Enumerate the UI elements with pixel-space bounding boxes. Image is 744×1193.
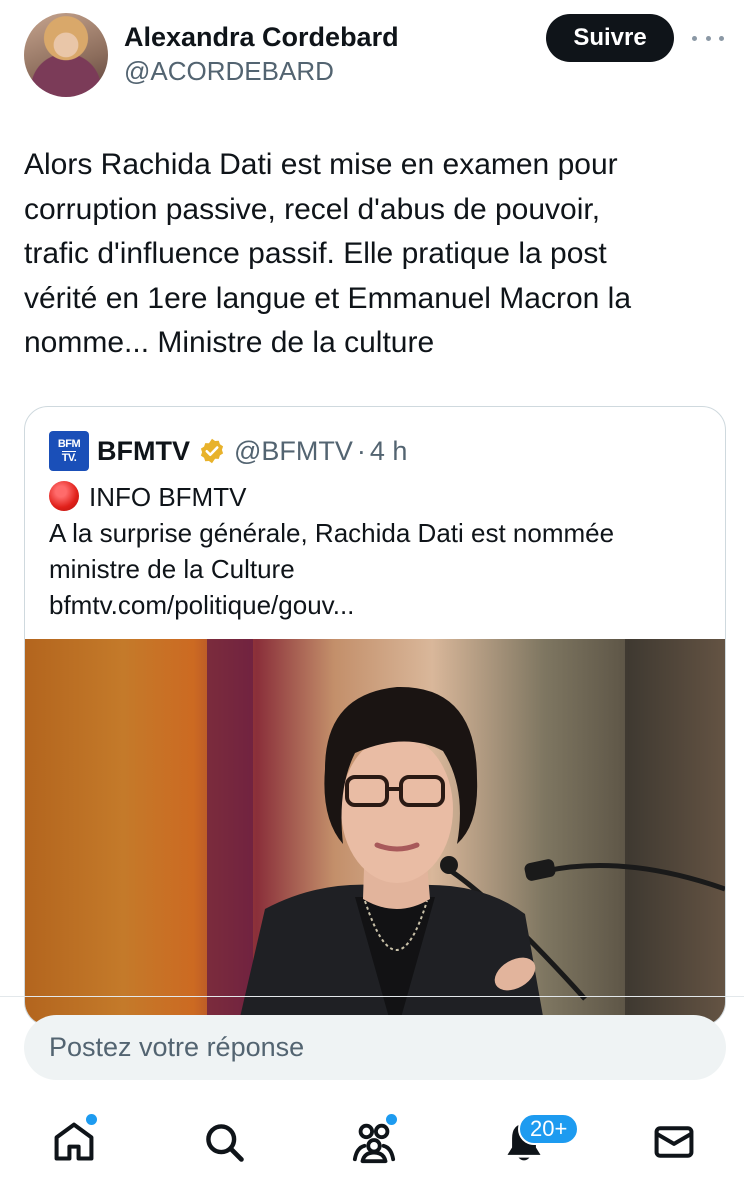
nav-search[interactable]: [200, 1118, 248, 1166]
quoted-headline: INFO BFMTV: [89, 482, 247, 512]
tweet-line: Alors Rachida Dati est mise en examen po…: [24, 148, 618, 181]
quoted-tweet-card[interactable]: BFM TV. BFMTV @BFMTV · 4 h INFO BFMTV A …: [24, 406, 726, 1026]
tweet-text: Alors Rachida Dati est mise en examen po…: [24, 143, 714, 366]
communities-notification-dot: [386, 1114, 397, 1125]
nav-communities[interactable]: [350, 1118, 398, 1166]
portrait-illustration: [238, 686, 725, 1025]
author-avatar[interactable]: [24, 13, 108, 97]
separator-dot: ·: [356, 435, 366, 466]
search-icon: [206, 1124, 244, 1162]
home-icon: [54, 1122, 94, 1161]
reply-input[interactable]: Postez votre réponse: [24, 1015, 726, 1080]
tweet-line: nomme... Ministre de la culture: [24, 326, 435, 359]
quoted-author-handle[interactable]: @BFMTV: [234, 436, 353, 467]
bfmtv-logo[interactable]: BFM TV.: [49, 431, 89, 471]
tweet-header: Alexandra Cordebard @ACORDEBARD Suivre: [0, 0, 744, 110]
nav-messages[interactable]: [650, 1118, 698, 1166]
tweet-line: vérité en 1ere langue et Emmanuel Macron…: [24, 281, 632, 315]
verified-gold-icon: [200, 438, 224, 464]
divider: [0, 996, 744, 997]
home-notification-dot: [86, 1114, 97, 1125]
author-name[interactable]: Alexandra Cordebard: [124, 22, 399, 53]
communities-icon: [352, 1123, 396, 1164]
logo-text-bottom: TV.: [61, 450, 77, 464]
notifications-badge: 20+: [518, 1113, 580, 1145]
nav-home[interactable]: [50, 1118, 98, 1166]
author-handle[interactable]: @ACORDEBARD: [124, 56, 334, 87]
follow-button[interactable]: Suivre: [546, 14, 674, 62]
quoted-author-name[interactable]: BFMTV: [97, 436, 190, 467]
quoted-tweet-photo[interactable]: [25, 639, 725, 1025]
quoted-text-line: A la surprise générale, Rachida Dati est…: [49, 518, 615, 548]
quoted-tweet-header: BFM TV. BFMTV @BFMTV · 4 h: [49, 431, 407, 471]
red-circle-icon: [49, 481, 79, 511]
quoted-timestamp[interactable]: 4 h: [370, 436, 408, 467]
quoted-tweet-body: INFO BFMTV A la surprise générale, Rachi…: [49, 479, 709, 623]
quoted-text-line: ministre de la Culture: [49, 554, 295, 584]
mail-icon: [654, 1126, 694, 1158]
tweet-line: corruption passive, recel d'abus de pouv…: [24, 192, 601, 226]
more-options-icon[interactable]: [692, 26, 724, 50]
tweet-line: trafic d'influence passif. Elle pratique…: [24, 237, 607, 270]
quoted-link[interactable]: bfmtv.com/politique/gouv...: [49, 587, 709, 623]
logo-text-top: BFM: [57, 437, 81, 450]
